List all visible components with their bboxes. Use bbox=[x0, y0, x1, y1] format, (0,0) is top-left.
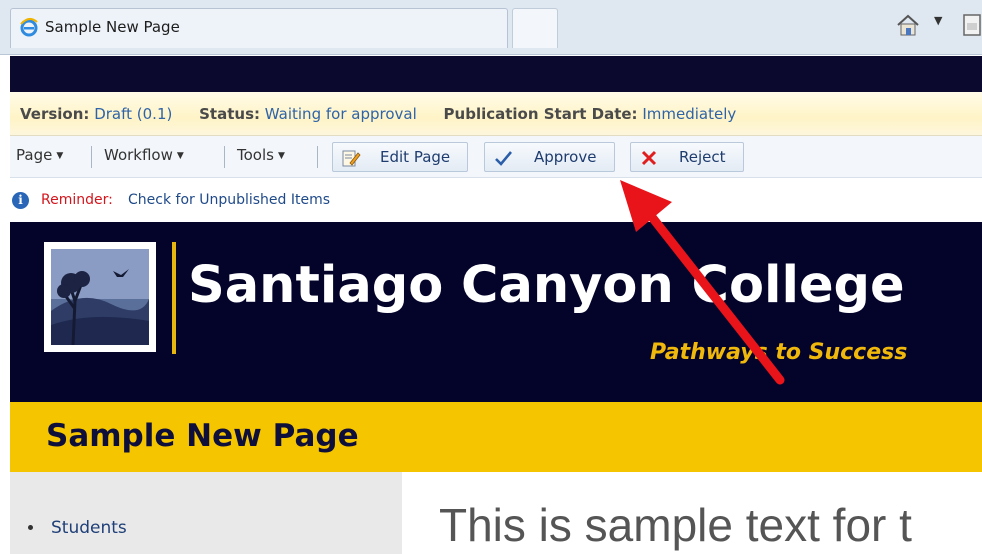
workflow-menu[interactable]: Workflow ▼ bbox=[104, 146, 184, 164]
chevron-down-icon: ▼ bbox=[176, 151, 184, 161]
close-icon bbox=[641, 150, 657, 166]
tab-title: Sample New Page bbox=[45, 18, 180, 36]
reminder-label: Reminder: bbox=[41, 192, 113, 208]
browser-tab-bar: Sample New Page ▼ bbox=[0, 0, 982, 55]
print-icon[interactable] bbox=[962, 13, 982, 37]
edit-page-label: Edit Page bbox=[380, 148, 451, 166]
workflow-menu-label: Workflow bbox=[104, 146, 173, 164]
reminder-bar: i Reminder: Check for Unpublished Items bbox=[10, 178, 982, 222]
page-title: Sample New Page bbox=[46, 418, 359, 454]
body-text: This is sample text for t bbox=[439, 499, 912, 551]
info-icon: i bbox=[12, 192, 29, 209]
version-label: Version: bbox=[20, 105, 90, 123]
left-navigation: Students bbox=[10, 472, 402, 554]
browser-tab[interactable]: Sample New Page bbox=[10, 8, 508, 48]
main-content: This is sample text for t bbox=[402, 472, 982, 554]
status-label: Status: bbox=[199, 105, 260, 123]
college-tagline: Pathways to Success bbox=[650, 340, 908, 365]
chevron-down-icon[interactable]: ▼ bbox=[934, 14, 942, 27]
page-menu[interactable]: Page ▼ bbox=[16, 146, 63, 164]
tools-menu[interactable]: Tools ▼ bbox=[237, 146, 285, 164]
publication-date-value: Immediately bbox=[642, 105, 737, 123]
checkmark-icon bbox=[495, 151, 512, 166]
page-status-bar: Version: Draft (0.1) Status: Waiting for… bbox=[10, 92, 982, 136]
bullet-icon bbox=[28, 525, 33, 530]
home-icon[interactable] bbox=[895, 12, 921, 38]
page-menu-label: Page bbox=[16, 146, 53, 164]
tree-landscape-logo bbox=[51, 249, 149, 346]
status-value: Waiting for approval bbox=[264, 105, 417, 123]
reject-label: Reject bbox=[679, 148, 726, 166]
college-logo[interactable] bbox=[44, 242, 156, 352]
editing-toolbar: Page ▼ Workflow ▼ Tools ▼ Edit Page Approve… bbox=[10, 136, 982, 178]
chevron-down-icon: ▼ bbox=[56, 151, 64, 161]
approve-button[interactable]: Approve bbox=[484, 142, 615, 172]
new-tab-button[interactable] bbox=[512, 8, 558, 48]
toolbar-divider bbox=[91, 146, 92, 168]
chevron-down-icon: ▼ bbox=[277, 151, 285, 161]
approve-label: Approve bbox=[534, 148, 597, 166]
toolbar-divider bbox=[224, 146, 225, 168]
unpublished-items-link[interactable]: Check for Unpublished Items bbox=[128, 192, 330, 208]
page-title-bar: Sample New Page bbox=[10, 402, 982, 472]
nav-item-students[interactable]: Students bbox=[28, 518, 127, 538]
nav-item-label: Students bbox=[51, 518, 127, 538]
college-banner: Santiago Canyon College Pathways to Succ… bbox=[10, 222, 982, 402]
edit-page-button[interactable]: Edit Page bbox=[332, 142, 468, 172]
version-value: Draft (0.1) bbox=[94, 105, 173, 123]
site-top-bar bbox=[10, 56, 982, 92]
publication-date-label: Publication Start Date: bbox=[443, 105, 638, 123]
tools-menu-label: Tools bbox=[237, 146, 274, 164]
edit-page-icon bbox=[342, 150, 361, 167]
banner-divider bbox=[172, 242, 176, 354]
college-name: Santiago Canyon College bbox=[188, 256, 905, 315]
ie-icon bbox=[20, 18, 38, 37]
toolbar-divider bbox=[317, 146, 318, 168]
status-row: Version: Draft (0.1) Status: Waiting for… bbox=[20, 105, 758, 123]
reject-button[interactable]: Reject bbox=[630, 142, 744, 172]
